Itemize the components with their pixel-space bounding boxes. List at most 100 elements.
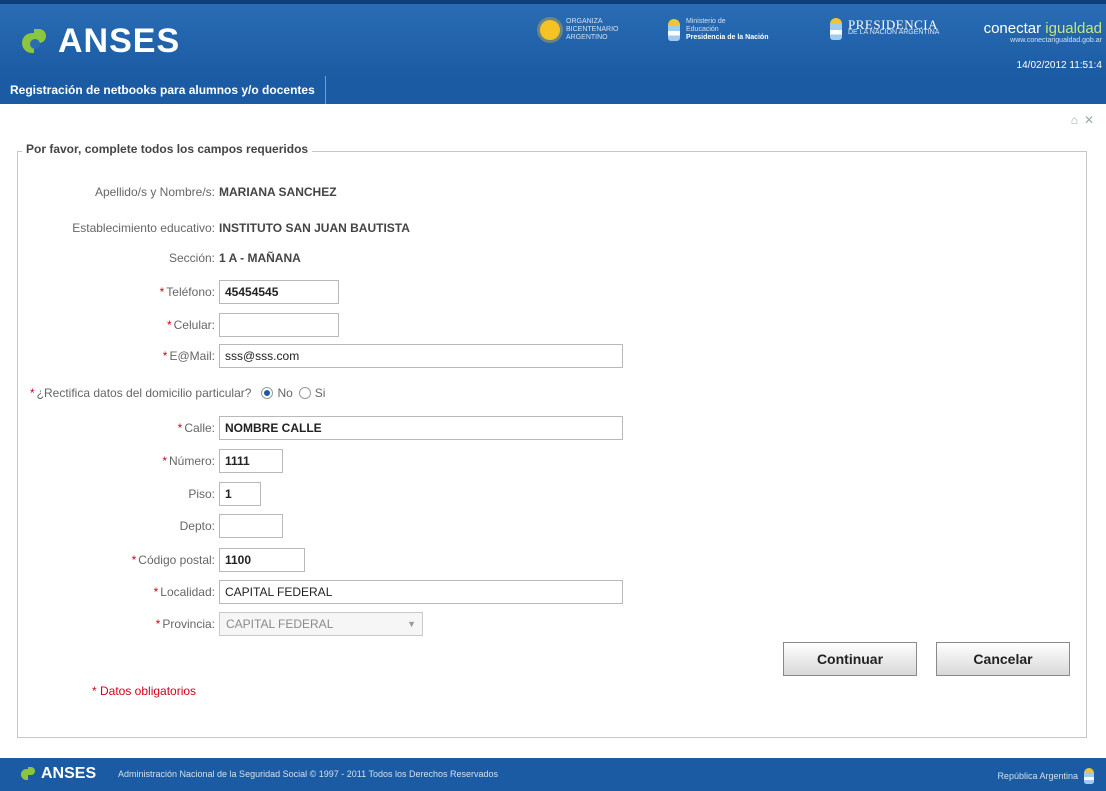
rectifica-label-wrap: * ¿Rectifica datos del domicilio particul… bbox=[30, 386, 251, 400]
provincia-row: * Provincia: CAPITAL FEDERAL ▼ bbox=[20, 612, 423, 636]
email-label-wrap: * E@Mail: bbox=[20, 349, 215, 363]
anses-logo-icon bbox=[20, 27, 50, 57]
conectar-igualdad-logo: conectar igualdad www.conectarigualdad.g… bbox=[984, 20, 1102, 44]
sponsor1-line2: BICENTENARIO bbox=[566, 26, 619, 33]
cancelar-button[interactable]: Cancelar bbox=[936, 642, 1070, 676]
apellidos-label: Apellido/s y Nombre/s: bbox=[94, 185, 215, 199]
piso-label: Piso: bbox=[188, 487, 215, 501]
celular-input[interactable] bbox=[219, 313, 339, 337]
conectar-url: www.conectarigualdad.gob.ar bbox=[1010, 37, 1102, 44]
required-mark: * bbox=[177, 421, 183, 435]
required-mark: * bbox=[153, 585, 159, 599]
piso-row: Piso: bbox=[20, 482, 261, 506]
shield-icon bbox=[668, 19, 680, 41]
required-mark: * bbox=[159, 285, 165, 299]
calle-row: * Calle: bbox=[20, 416, 623, 440]
footer: ANSES Administración Nacional de la Segu… bbox=[0, 758, 1106, 791]
email-input[interactable] bbox=[219, 344, 623, 368]
rectifica-row: * ¿Rectifica datos del domicilio particul… bbox=[30, 381, 325, 405]
provincia-label: Provincia: bbox=[162, 617, 215, 631]
provincia-selected-value: CAPITAL FEDERAL bbox=[226, 617, 334, 631]
telefono-label-wrap: * Teléfono: bbox=[20, 285, 215, 299]
email-row: * E@Mail: bbox=[20, 344, 623, 368]
provincia-label-wrap: * Provincia: bbox=[20, 617, 215, 631]
anses-logo-text: ANSES bbox=[58, 22, 181, 60]
telefono-label: Teléfono: bbox=[166, 285, 215, 299]
celular-row: * Celular: bbox=[20, 313, 339, 337]
igualdad-text: igualdad bbox=[1045, 20, 1102, 37]
home-icon[interactable]: ⌂ bbox=[1071, 113, 1078, 127]
rectifica-radio-si[interactable]: Si bbox=[298, 386, 326, 400]
calle-label-wrap: * Calle: bbox=[20, 421, 215, 435]
rectifica-radio-no[interactable]: No bbox=[261, 386, 293, 400]
sun-icon bbox=[540, 20, 560, 40]
presidencia-title: PRESIDENCIA bbox=[848, 17, 939, 32]
provincia-select[interactable]: CAPITAL FEDERAL ▼ bbox=[219, 612, 423, 636]
tab-registracion[interactable]: Registración de netbooks para alumnos y/… bbox=[0, 76, 326, 104]
celular-label-wrap: * Celular: bbox=[20, 318, 215, 332]
seccion-label: Sección: bbox=[168, 251, 215, 265]
rectifica-no-label: No bbox=[277, 386, 293, 400]
codigo-postal-input[interactable] bbox=[219, 548, 305, 572]
telefono-input[interactable] bbox=[219, 280, 339, 304]
apellidos-row: Apellido/s y Nombre/s: MARIANA SANCHEZ bbox=[20, 180, 337, 204]
footer-logo-text: ANSES bbox=[41, 765, 97, 782]
seccion-value: 1 A - MAÑANA bbox=[219, 251, 301, 265]
shield-icon bbox=[1084, 768, 1094, 784]
depto-label: Depto: bbox=[179, 519, 215, 533]
shield-icon bbox=[830, 18, 842, 40]
apellidos-value: MARIANA SANCHEZ bbox=[219, 185, 337, 199]
window-controls: ⌂ ✕ bbox=[1071, 113, 1094, 127]
numero-label: Número: bbox=[168, 454, 215, 468]
sponsor2-line3: Presidencia de la Nación bbox=[686, 34, 769, 41]
required-mark: * bbox=[162, 349, 168, 363]
anses-logo[interactable]: ANSES bbox=[20, 22, 180, 61]
establecimiento-label: Establecimiento educativo: bbox=[72, 221, 215, 235]
presidencia-subtitle: DE LA NACIÓN ARGENTINA bbox=[848, 29, 940, 36]
codigo-postal-row: * Código postal: bbox=[20, 548, 305, 572]
sponsor2-line1: Ministerio de bbox=[686, 18, 726, 25]
establecimiento-row: Establecimiento educativo: INSTITUTO SAN… bbox=[20, 216, 410, 240]
bicentenario-logo: ORGANIZA BICENTENARIO ARGENTINO bbox=[540, 18, 619, 42]
depto-input[interactable] bbox=[219, 514, 283, 538]
footer-copyright: Administración Nacional de la Seguridad … bbox=[118, 769, 499, 779]
required-mark: * bbox=[131, 553, 137, 567]
rectifica-label: ¿Rectifica datos del domicilio particula… bbox=[36, 386, 252, 400]
close-icon[interactable]: ✕ bbox=[1084, 113, 1094, 127]
piso-input[interactable] bbox=[219, 482, 261, 506]
celular-label: Celular: bbox=[173, 318, 215, 332]
ministerio-educacion-logo: Ministerio de Educación Presidencia de l… bbox=[668, 18, 768, 42]
anses-logo-icon bbox=[20, 766, 36, 782]
establecimiento-value: INSTITUTO SAN JUAN BAUTISTA bbox=[219, 221, 410, 235]
required-mark: * bbox=[30, 386, 35, 400]
numero-input[interactable] bbox=[219, 449, 283, 473]
chevron-down-icon: ▼ bbox=[407, 619, 416, 629]
radio-selected-icon bbox=[261, 387, 274, 399]
form-legend: Por favor, complete todos los campos req… bbox=[22, 142, 313, 156]
localidad-input[interactable] bbox=[219, 580, 623, 604]
sponsor1-line3: ARGENTINO bbox=[566, 34, 608, 41]
continuar-button[interactable]: Continuar bbox=[783, 642, 917, 676]
footer-republica-text: República Argentina bbox=[997, 771, 1078, 781]
datetime: 14/02/2012 11:51:4 bbox=[1016, 60, 1102, 71]
codigo-postal-label: Código postal: bbox=[138, 553, 215, 567]
calle-label: Calle: bbox=[184, 421, 215, 435]
required-mark: * bbox=[162, 454, 167, 468]
conectar-text: conectar bbox=[983, 20, 1042, 37]
required-note: * Datos obligatorios bbox=[92, 684, 197, 698]
depto-row: Depto: bbox=[20, 514, 283, 538]
localidad-label: Localidad: bbox=[160, 585, 215, 599]
presidencia-logo: PRESIDENCIA DE LA NACIÓN ARGENTINA bbox=[830, 18, 939, 40]
required-mark: * bbox=[155, 617, 161, 631]
numero-row: * Número: bbox=[20, 449, 283, 473]
subheader-bar: Registración de netbooks para alumnos y/… bbox=[0, 76, 1106, 104]
calle-input[interactable] bbox=[219, 416, 623, 440]
header: ANSES ORGANIZA BICENTENARIO ARGENTINO Mi… bbox=[0, 0, 1106, 76]
localidad-label-wrap: * Localidad: bbox=[20, 585, 215, 599]
footer-anses-logo: ANSES bbox=[20, 765, 96, 783]
footer-republica: República Argentina bbox=[997, 768, 1094, 784]
rectifica-si-label: Si bbox=[314, 386, 326, 400]
telefono-row: * Teléfono: bbox=[20, 280, 339, 304]
seccion-row: Sección: 1 A - MAÑANA bbox=[20, 246, 301, 270]
radio-unselected-icon bbox=[298, 387, 311, 399]
